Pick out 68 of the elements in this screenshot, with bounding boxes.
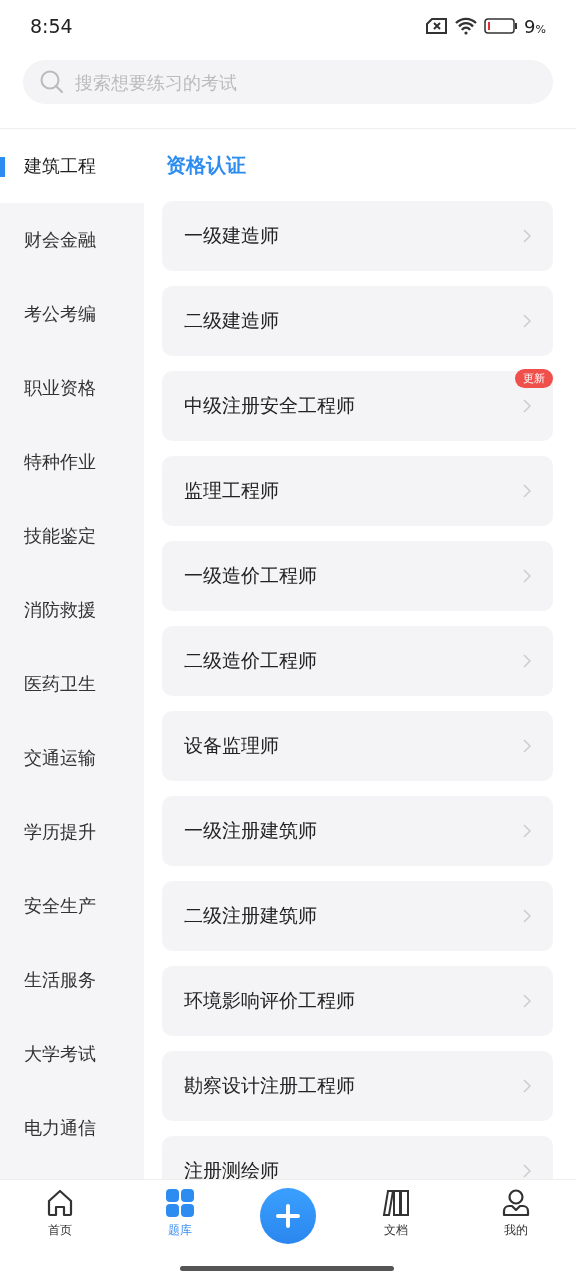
clock-time: 8:54 (30, 15, 73, 37)
search-field[interactable]: 搜索想要练习的考试 (23, 60, 553, 104)
chevron-icon (523, 229, 531, 243)
tab-item[interactable]: 文档 (356, 1188, 436, 1244)
exam-item[interactable]: 设备监理师 (162, 711, 553, 781)
sidebar-item[interactable]: 医药卫生 (0, 647, 144, 721)
sidebar-item[interactable]: 技能鉴定 (0, 499, 144, 573)
exam-item[interactable]: 二级造价工程师 (162, 626, 553, 696)
exam-item[interactable]: 二级注册建筑师 (162, 881, 553, 951)
plus-icon (276, 1204, 300, 1228)
exam-item[interactable]: 监理工程师 (162, 456, 553, 526)
exam-name: 勘察设计注册工程师 (184, 1073, 355, 1098)
chevron-icon (523, 994, 531, 1008)
home-icon (45, 1188, 75, 1218)
exam-name: 二级注册建筑师 (184, 903, 317, 928)
exam-item[interactable]: 勘察设计注册工程师 (162, 1051, 553, 1121)
exam-name: 二级造价工程师 (184, 648, 317, 673)
sidebar-item[interactable]: 消防救援 (0, 573, 144, 647)
chevron-icon (523, 1164, 531, 1178)
add-button[interactable] (260, 1188, 316, 1244)
exam-name: 环境影响评价工程师 (184, 988, 355, 1013)
section-title: 资格认证 (165, 151, 247, 179)
exam-name: 中级注册安全工程师 (184, 393, 355, 418)
sidebar-item[interactable]: 大学考试 (0, 1017, 144, 1091)
chevron-icon (523, 739, 531, 753)
sidebar-item[interactable]: 生活服务 (0, 943, 144, 1017)
exam-name: 一级注册建筑师 (184, 818, 317, 843)
exam-item[interactable]: 中级注册安全工程师 更新 (162, 371, 553, 441)
chevron-icon (523, 569, 531, 583)
sidebar-item[interactable]: 建筑工程 (0, 129, 144, 203)
sidebar-item[interactable]: 学历提升 (0, 795, 144, 869)
sidebar-item[interactable]: 安全生产 (0, 869, 144, 943)
exam-name: 一级建造师 (184, 223, 279, 248)
exam-name: 注册测绘师 (184, 1158, 279, 1179)
chevron-icon (523, 314, 531, 328)
sidebar-item[interactable]: 交通运输 (0, 721, 144, 795)
exam-item[interactable]: 环境影响评价工程师 (162, 966, 553, 1036)
tab-item[interactable]: 首页 (20, 1188, 100, 1244)
exam-item[interactable]: 注册测绘师 (162, 1136, 553, 1179)
sidebar-item[interactable]: 考公考编 (0, 277, 144, 351)
battery-icon (484, 18, 519, 34)
exam-item[interactable]: 一级建造师 (162, 201, 553, 271)
tab-item[interactable]: 我的 (476, 1188, 556, 1244)
battery-level: 9% (524, 15, 546, 37)
exam-name: 设备监理师 (184, 733, 279, 758)
chevron-icon (523, 399, 531, 413)
wifi-icon (454, 17, 479, 35)
sidebar-item[interactable]: 特种作业 (0, 425, 144, 499)
exam-name: 监理工程师 (184, 478, 279, 503)
exam-item[interactable]: 二级建造师 (162, 286, 553, 356)
chevron-icon (523, 654, 531, 668)
sidebar-item[interactable]: 职业资格 (0, 351, 144, 425)
chevron-icon (523, 824, 531, 838)
exam-name: 二级建造师 (184, 308, 279, 333)
exam-item[interactable]: 一级造价工程师 (162, 541, 553, 611)
exam-name: 一级造价工程师 (184, 563, 317, 588)
update-tag: 更新 (515, 369, 553, 388)
tab-item[interactable]: 题库 (140, 1188, 220, 1244)
chevron-icon (523, 484, 531, 498)
user-icon (501, 1188, 531, 1218)
exam-item[interactable]: 一级注册建筑师 (162, 796, 553, 866)
sim-off-icon (426, 18, 449, 34)
sidebar-item[interactable]: 财会金融 (0, 203, 144, 277)
sidebar-item[interactable]: 电力通信 (0, 1091, 144, 1165)
grid-icon (165, 1188, 195, 1218)
chevron-icon (523, 909, 531, 923)
chevron-icon (523, 1079, 531, 1093)
binders-icon (381, 1188, 411, 1218)
